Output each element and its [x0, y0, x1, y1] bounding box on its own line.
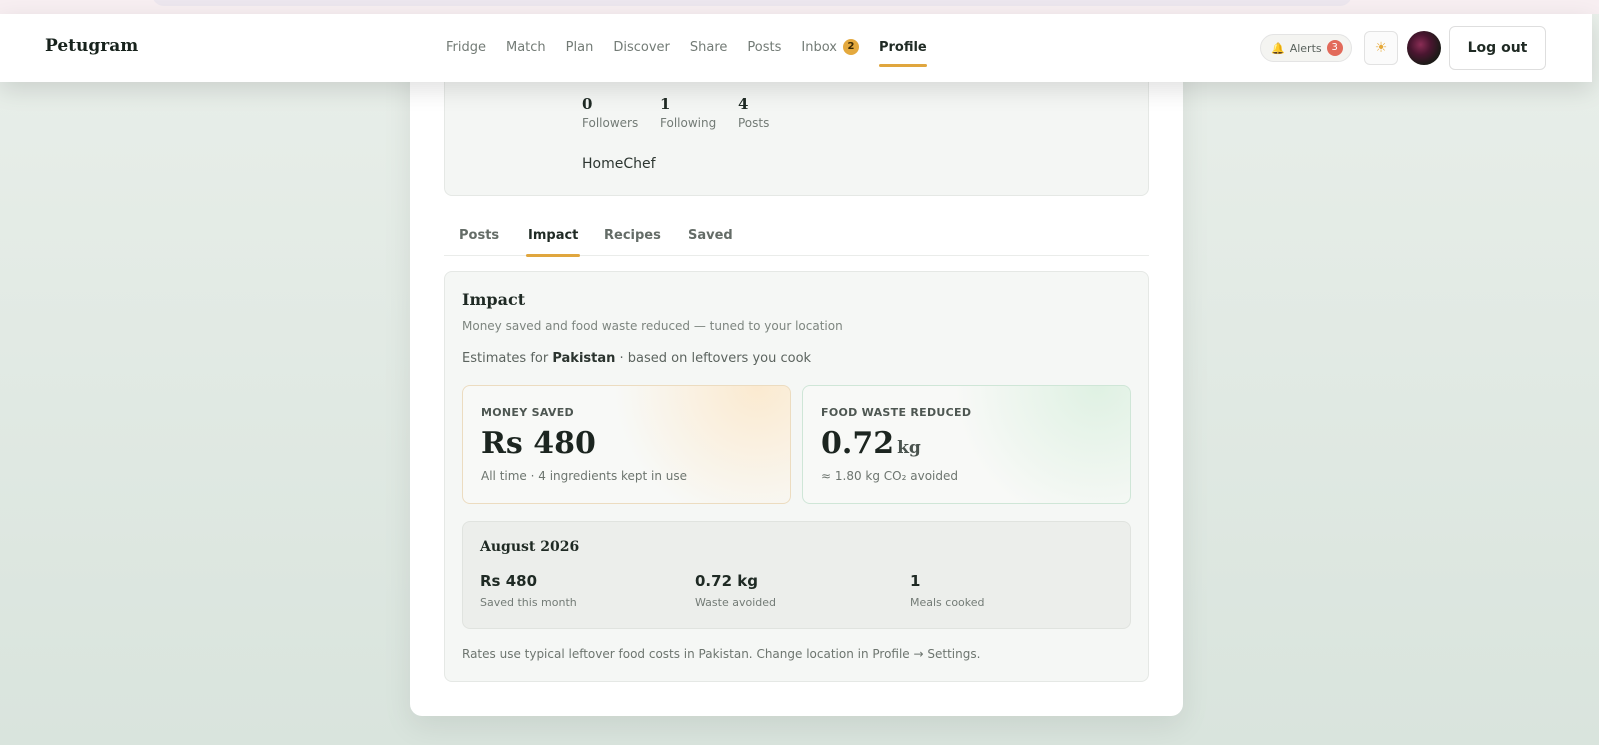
stat-following[interactable]: 1 Following: [660, 95, 720, 130]
nav-posts-label: Posts: [747, 39, 782, 55]
browser-top-strip: [0, 0, 1599, 14]
profile-stats: 0 Followers 1 Following 4 Posts: [582, 95, 778, 130]
tab-impact[interactable]: Impact: [525, 228, 581, 257]
money-saved-label: MONEY SAVED: [481, 406, 574, 419]
stat-following-value: 1: [660, 95, 671, 113]
stat-followers[interactable]: 0 Followers: [582, 95, 642, 130]
food-waste-unit: kg: [897, 438, 921, 458]
nav-discover-label: Discover: [613, 39, 670, 55]
nav-plan[interactable]: Plan: [566, 39, 594, 55]
food-waste-label: FOOD WASTE REDUCED: [821, 406, 972, 419]
avatar[interactable]: [1407, 31, 1441, 65]
stat-followers-label: Followers: [582, 116, 639, 130]
month-stat-meals: 1 Meals cooked: [910, 572, 985, 609]
top-navbar: Petugram Fridge Match Plan Discover Shar…: [0, 14, 1592, 82]
alerts-label: Alerts: [1289, 41, 1322, 55]
month-stat-waste-value: 0.72 kg: [695, 572, 758, 590]
stat-posts[interactable]: 4 Posts: [738, 95, 778, 130]
theme-toggle-button[interactable]: ☀: [1364, 31, 1398, 65]
food-waste-card: FOOD WASTE REDUCED 0.72 kg ≈ 1.80 kg CO₂ …: [802, 385, 1131, 504]
food-waste-note: ≈ 1.80 kg CO₂ avoided: [821, 469, 958, 483]
profile-tabs: Posts Impact Recipes Saved: [444, 224, 1149, 257]
nav-fridge-label: Fridge: [446, 39, 486, 55]
alerts-button[interactable]: 🔔 Alerts 3: [1260, 34, 1352, 62]
month-title: August 2026: [480, 539, 580, 555]
month-stat-waste: 0.72 kg Waste avoided: [695, 572, 776, 609]
money-saved-note: All time · 4 ingredients kept in use: [481, 469, 688, 483]
month-stat-saved-value: Rs 480: [480, 572, 538, 590]
nav-match[interactable]: Match: [506, 39, 546, 55]
stat-posts-value: 4: [738, 95, 749, 113]
month-stat-meals-label: Meals cooked: [910, 596, 985, 609]
nav-profile-label: Profile: [878, 39, 927, 55]
money-saved-value: Rs 480: [481, 426, 596, 461]
stat-following-label: Following: [660, 116, 717, 130]
impact-title: Impact: [462, 290, 526, 309]
estimate-country: Pakistan: [552, 351, 616, 366]
impact-subtitle: Money saved and food waste reduced — tun…: [462, 319, 843, 333]
nav-plan-label: Plan: [565, 39, 594, 55]
nav-discover[interactable]: Discover: [613, 39, 670, 55]
profile-handle: HomeChef: [582, 156, 656, 172]
brand-logo[interactable]: Petugram: [45, 36, 138, 56]
tab-saved[interactable]: Saved: [688, 228, 733, 243]
month-stat-waste-label: Waste avoided: [695, 596, 776, 609]
stat-followers-value: 0: [582, 95, 593, 113]
stat-posts-label: Posts: [738, 116, 770, 130]
nav-share-label: Share: [689, 39, 728, 55]
nav-share[interactable]: Share: [690, 39, 728, 55]
monthly-summary-card: August 2026 Rs 480 Saved this month 0.72…: [462, 521, 1131, 629]
food-waste-value-wrap: 0.72 kg: [821, 426, 921, 461]
nav-profile[interactable]: Profile: [878, 39, 927, 67]
month-stat-saved: Rs 480 Saved this month: [480, 572, 577, 609]
estimate-prefix: Estimates for: [462, 351, 549, 366]
nav-match-label: Match: [506, 39, 546, 55]
nav-posts[interactable]: Posts: [747, 39, 781, 55]
main-nav: Fridge Match Plan Discover Share Posts I…: [446, 39, 927, 67]
food-waste-value: 0.72: [821, 426, 895, 461]
nav-inbox[interactable]: Inbox 2: [801, 39, 859, 55]
nav-fridge[interactable]: Fridge: [446, 39, 486, 55]
impact-estimate-line: Estimates for Pakistan · based on leftov…: [462, 351, 811, 366]
bell-icon: 🔔: [1271, 41, 1285, 55]
impact-footnote: Rates use typical leftover food costs in…: [462, 647, 981, 661]
sun-icon: ☀: [1374, 40, 1388, 56]
tab-recipes[interactable]: Recipes: [604, 228, 661, 243]
logout-button[interactable]: Log out: [1449, 26, 1546, 70]
alerts-count-badge: 3: [1326, 40, 1343, 56]
tab-posts[interactable]: Posts: [459, 228, 499, 243]
month-stat-meals-value: 1: [910, 572, 921, 590]
top-bar-pill: [152, 0, 1352, 6]
inbox-count-badge: 2: [842, 39, 859, 55]
money-saved-card: MONEY SAVED Rs 480 All time · 4 ingredie…: [462, 385, 791, 504]
estimate-suffix: · based on leftovers you cook: [619, 351, 812, 366]
month-stat-saved-label: Saved this month: [480, 596, 577, 609]
nav-inbox-label: Inbox: [801, 39, 837, 55]
